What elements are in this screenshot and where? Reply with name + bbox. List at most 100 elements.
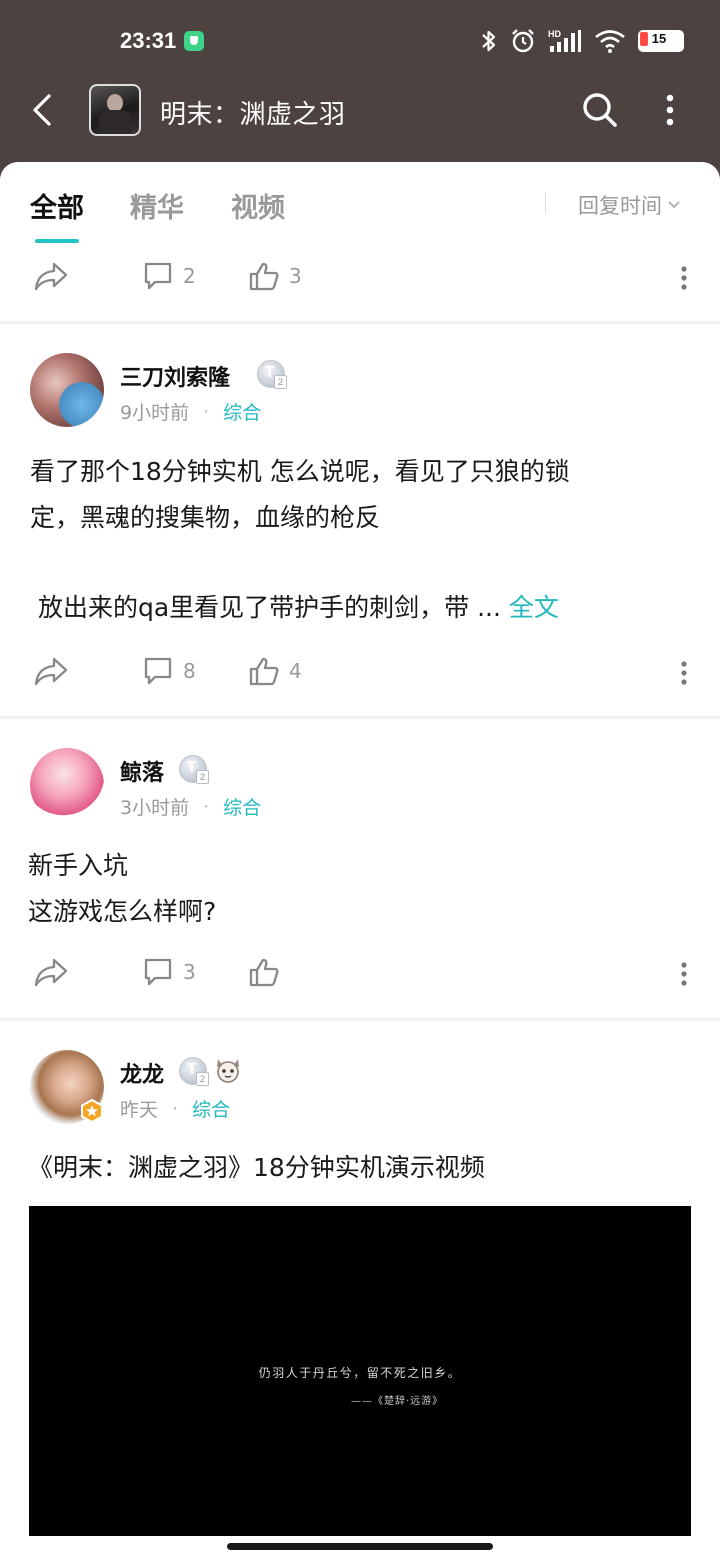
like-count: 4 (289, 659, 302, 683)
post-category[interactable]: 综合 (223, 793, 261, 820)
alarm-icon (512, 29, 534, 53)
level-badge-icon (179, 1057, 209, 1086)
comment-count: 8 (183, 659, 196, 683)
video-quote-source: ——《楚辞·远游》 (351, 1396, 444, 1407)
post-time: 9小时前 (120, 402, 190, 424)
comment-button[interactable]: 8 (143, 656, 196, 686)
separator-dot: · (172, 1097, 179, 1120)
page-title: 明末：渊虚之羽 (160, 100, 346, 130)
avatar[interactable] (30, 748, 104, 822)
more-vertical-icon (681, 661, 687, 685)
tab-video[interactable]: 视频 (231, 186, 285, 225)
status-bar: 23:31 HD 15 (0, 18, 720, 66)
separator-dot: · (203, 400, 210, 423)
post-actions: 2 3 (0, 253, 720, 303)
sort-label: 回复时间 (578, 194, 662, 218)
post-category[interactable]: 综合 (223, 398, 261, 425)
more-vertical-icon (666, 94, 674, 126)
svg-text:HD: HD (548, 29, 561, 39)
search-button[interactable] (580, 90, 620, 130)
post-text-line: 《明末：渊虚之羽》18分钟实机演示视频 (28, 1153, 485, 1182)
game-thumbnail[interactable] (89, 84, 141, 136)
comment-button[interactable]: 2 (143, 261, 196, 291)
post-meta: 昨天 · 综合 (120, 1095, 230, 1122)
post-actions: 3 (0, 949, 720, 999)
divider (0, 321, 720, 324)
tab-bar: 全部 精华 视频 回复时间 (0, 162, 720, 250)
username[interactable]: 三刀刘索隆 (120, 360, 230, 392)
comment-button[interactable]: 3 (143, 957, 196, 987)
post-more-button[interactable] (676, 959, 692, 989)
thumbs-up-icon (249, 958, 279, 987)
username[interactable]: 龙龙 (120, 1057, 164, 1089)
like-count: 3 (289, 264, 302, 288)
video-quote: 仍羽人于丹丘兮，留不死之旧乡。 (258, 1366, 462, 1380)
mascot-badge-icon (217, 1059, 239, 1083)
divider (545, 192, 546, 214)
post-actions: 8 4 (0, 648, 720, 698)
post-category[interactable]: 综合 (192, 1095, 230, 1122)
comment-icon (144, 262, 172, 290)
like-button[interactable]: 3 (249, 261, 302, 291)
thumbs-up-icon (249, 657, 279, 686)
battery-icon: 15 (638, 30, 684, 52)
wifi-icon (595, 30, 625, 53)
post-meta: 9小时前 · 综合 (120, 398, 261, 425)
search-icon (583, 93, 617, 127)
back-button[interactable] (24, 90, 60, 130)
tab-indicator (35, 239, 79, 243)
share-icon (34, 262, 68, 291)
share-button[interactable] (34, 957, 68, 987)
level-badge-icon (257, 360, 287, 389)
comment-icon (144, 958, 172, 986)
content-card: 全部 精华 视频 回复时间 2 3 三刀刘索隆 9小时前 (0, 162, 720, 1560)
divider (0, 716, 720, 719)
post-text[interactable]: 《明末：渊虚之羽》18分钟实机演示视频 (28, 1145, 688, 1191)
verified-badge-icon (81, 1099, 103, 1123)
status-time: 23:31 (120, 28, 177, 53)
post-time: 3小时前 (120, 797, 190, 819)
post-time: 昨天 (120, 1099, 159, 1121)
thumbs-up-icon (249, 262, 279, 291)
sort-dropdown[interactable]: 回复时间 (578, 190, 680, 220)
share-icon (34, 657, 68, 686)
post-meta: 3小时前 · 综合 (120, 793, 261, 820)
post-text-line: 看了那个18分钟实机 怎么说呢，看见了只狼的锁 (30, 457, 570, 486)
divider (0, 1018, 720, 1021)
share-icon (34, 958, 68, 987)
more-vertical-icon (681, 962, 687, 986)
share-button[interactable] (34, 656, 68, 686)
post-text-line: 新手入坑 (28, 851, 129, 880)
like-button[interactable] (249, 957, 279, 987)
more-button[interactable] (656, 92, 684, 128)
like-button[interactable]: 4 (249, 656, 302, 686)
comment-count: 3 (183, 960, 196, 984)
chevron-down-icon (668, 201, 680, 209)
nav-bar: 明末：渊虚之羽 (0, 78, 720, 146)
post-more-button[interactable] (676, 263, 692, 293)
share-button[interactable] (34, 261, 68, 291)
post-text-line: 定，黑魂的搜集物，血缘的枪反 (30, 503, 381, 532)
separator-dot: · (203, 795, 210, 818)
battery-level: 15 (651, 31, 667, 46)
home-indicator[interactable] (227, 1543, 493, 1550)
comment-icon (144, 657, 172, 685)
tab-all[interactable]: 全部 (30, 186, 84, 225)
post-text-line: 这游戏怎么样啊? (28, 897, 217, 926)
bluetooth-icon (482, 30, 496, 52)
shield-app-icon (184, 31, 204, 51)
app-header: 23:31 HD 15 明末：渊虚之羽 (0, 0, 720, 178)
comment-count: 2 (183, 264, 196, 288)
video-player[interactable]: 仍羽人于丹丘兮，留不死之旧乡。 ——《楚辞·远游》 (29, 1206, 691, 1536)
post-more-button[interactable] (676, 658, 692, 688)
back-arrow-icon (33, 94, 51, 126)
read-more-link[interactable]: 全文 (509, 593, 559, 622)
level-badge-icon (179, 755, 209, 784)
post-text[interactable]: 看了那个18分钟实机 怎么说呢，看见了只狼的锁 定，黑魂的搜集物，血缘的枪反 放… (30, 449, 690, 631)
username[interactable]: 鲸落 (120, 755, 164, 787)
post-text[interactable]: 新手入坑 这游戏怎么样啊? (28, 843, 688, 935)
avatar[interactable] (30, 353, 104, 427)
more-vertical-icon (681, 266, 687, 290)
tab-featured[interactable]: 精华 (130, 186, 184, 225)
post-text-line: 放出来的qa里看见了带护手的刺剑，带 ... (30, 593, 501, 622)
